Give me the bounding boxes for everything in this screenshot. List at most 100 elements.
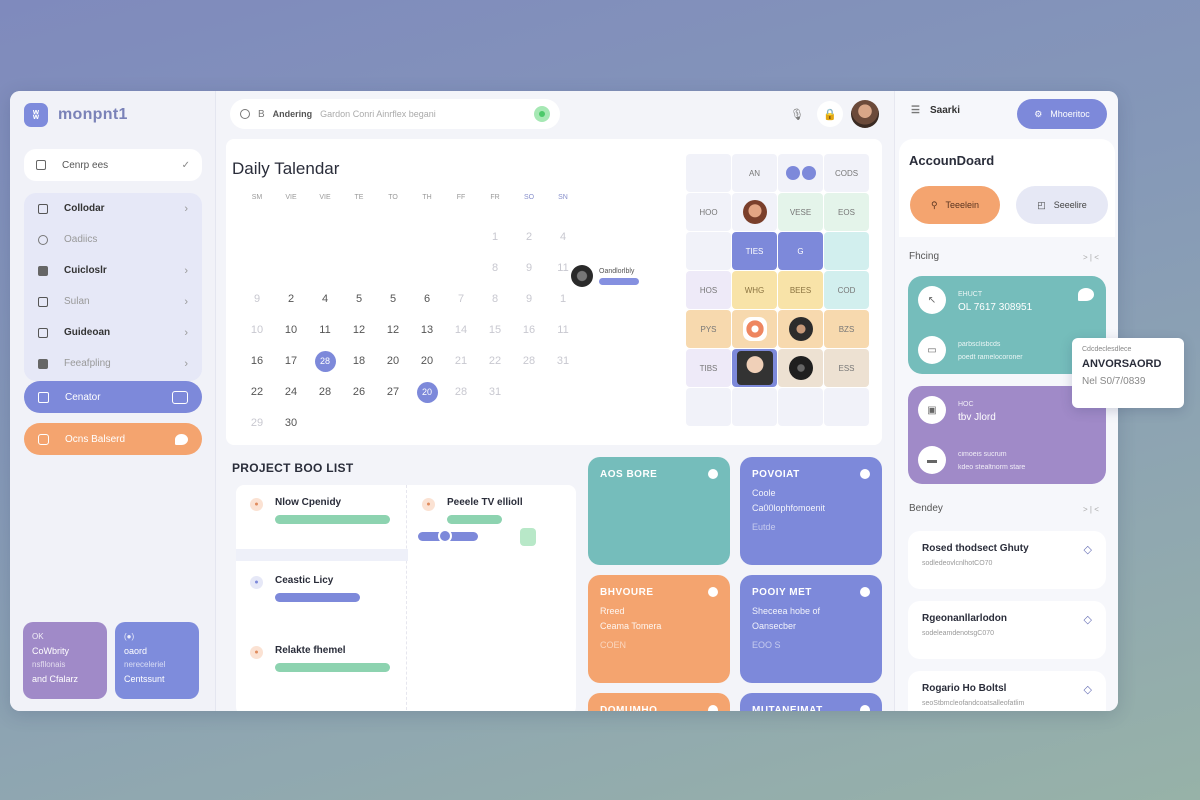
search-pill-button[interactable]: ⚲ Teeelein <box>910 186 1000 224</box>
sidebar-top-item[interactable]: Cenrp ees ✓ <box>24 149 202 181</box>
lock-icon[interactable]: 🔒 <box>817 101 843 127</box>
schedule-cell[interactable] <box>778 388 823 426</box>
section-nav[interactable]: > | < <box>1083 253 1099 262</box>
schedule-cell[interactable]: G <box>778 232 823 270</box>
search-input[interactable]: Gardon Conri Ainrflex begani <box>320 109 436 119</box>
status-dot-icon[interactable] <box>860 469 870 479</box>
sidebar-item[interactable]: Sulan › <box>24 286 202 317</box>
calendar-day[interactable]: 10 <box>274 315 308 346</box>
calendar-day[interactable]: 28 <box>308 377 342 408</box>
calendar-day[interactable]: 29 <box>240 408 274 439</box>
task-item[interactable]: ● Nlow Cpenidy <box>250 497 390 524</box>
calendar-day[interactable]: 27 <box>376 377 410 408</box>
calendar-day[interactable]: 2 <box>512 222 546 253</box>
calendar-day[interactable]: 5 <box>342 284 376 315</box>
calendar-day[interactable]: 2 <box>274 284 308 315</box>
calendar-day[interactable]: 4 <box>546 222 580 253</box>
logo[interactable]: ʬ monpnt1 <box>24 103 128 127</box>
calendar-day[interactable]: 20 <box>376 346 410 377</box>
sidebar-item-orange[interactable]: Ocns Balserd <box>24 423 202 455</box>
tag-icon[interactable]: ◇ <box>1084 613 1092 626</box>
schedule-cell[interactable] <box>686 232 731 270</box>
calendar-day[interactable]: 11 <box>308 315 342 346</box>
section-nav[interactable]: > | < <box>1083 505 1099 514</box>
kanban-card[interactable]: POVOIAT Coole Ca00lophfomoenit Eutde <box>740 457 882 565</box>
schedule-cell[interactable]: ESS <box>824 349 869 387</box>
schedule-cell[interactable]: EOS <box>824 193 869 231</box>
task-item[interactable]: ● Ceastic Licy <box>250 575 360 602</box>
list-item[interactable]: Rogario Ho Boltsl seoStbmcleofandcoatsal… <box>908 671 1106 711</box>
schedule-cell[interactable]: WHG <box>732 271 777 309</box>
schedule-cell[interactable] <box>824 232 869 270</box>
calendar-day[interactable]: 12 <box>376 315 410 346</box>
schedule-cell[interactable]: HOO <box>686 193 731 231</box>
calendar-day[interactable]: 8 <box>478 284 512 315</box>
tag-icon[interactable]: ◇ <box>1084 543 1092 556</box>
schedule-cell[interactable]: VESE <box>778 193 823 231</box>
slider-handle[interactable] <box>438 529 452 543</box>
sidebar-item[interactable]: Guideoan › <box>24 317 202 348</box>
tag-icon[interactable]: ◇ <box>1084 683 1092 696</box>
calendar-day[interactable]: 21 <box>444 346 478 377</box>
calendar-day[interactable]: 22 <box>240 377 274 408</box>
task-item[interactable]: ● Relakte fhemel <box>250 645 390 672</box>
calendar-day[interactable]: 11 <box>546 315 580 346</box>
calendar-day[interactable]: 13 <box>410 315 444 346</box>
calendar-day[interactable]: 17 <box>274 346 308 377</box>
calendar-day[interactable]: 30 <box>274 408 308 439</box>
kanban-card[interactable]: AOS BORE <box>588 457 730 565</box>
schedule-cell[interactable]: TIES <box>732 232 777 270</box>
calendar-day[interactable]: 28 <box>444 377 478 408</box>
kanban-card[interactable]: BHVOURE Rreed Ceama Tomera COEN <box>588 575 730 683</box>
calendar-day[interactable]: 9 <box>512 284 546 315</box>
calendar-day[interactable]: 28 <box>512 346 546 377</box>
calendar-day[interactable]: 1 <box>478 222 512 253</box>
calendar-day[interactable]: 12 <box>342 315 376 346</box>
status-dot-icon[interactable] <box>708 705 718 711</box>
schedule-cell[interactable]: HOS <box>686 271 731 309</box>
calendar-day[interactable]: 9 <box>512 253 546 284</box>
calendar-day[interactable]: 4 <box>308 284 342 315</box>
schedule-cell[interactable] <box>732 193 777 231</box>
search-bar[interactable]: B Andering Gardon Conri Ainrflex begani <box>230 99 560 129</box>
calendar-day[interactable]: 14 <box>444 315 478 346</box>
schedule-cell[interactable] <box>732 349 777 387</box>
secondary-pill-button[interactable]: ◰ Seeelire <box>1016 186 1108 224</box>
schedule-cell[interactable] <box>778 154 823 192</box>
schedule-cell[interactable]: BZS <box>824 310 869 348</box>
list-item[interactable]: Rosed thodsect Ghuty sodledeovlcnlhotCO7… <box>908 531 1106 589</box>
schedule-cell[interactable]: CODS <box>824 154 869 192</box>
calendar-day[interactable]: 15 <box>478 315 512 346</box>
calendar-day[interactable]: 7 <box>444 284 478 315</box>
status-dot-icon[interactable] <box>708 469 718 479</box>
top-action-button[interactable]: ⚙ Mhoeritoc <box>1017 99 1107 129</box>
calendar-day[interactable]: 31 <box>478 377 512 408</box>
calendar-day[interactable]: 1 <box>546 284 580 315</box>
microphone-icon[interactable]: 🎙 <box>786 103 808 125</box>
calendar-day[interactable]: 10 <box>240 315 274 346</box>
schedule-cell[interactable] <box>824 388 869 426</box>
calendar-event[interactable]: Oandlorlbly <box>571 265 639 287</box>
calendar-day[interactable]: 9 <box>240 284 274 315</box>
calendar-day[interactable]: 6 <box>410 284 444 315</box>
kanban-card[interactable]: POOIY MET Sheceea hobe of Oansecber EOO … <box>740 575 882 683</box>
schedule-cell[interactable] <box>732 310 777 348</box>
schedule-cell[interactable]: COD <box>824 271 869 309</box>
sidebar-item[interactable]: Collodar › <box>24 193 202 224</box>
calendar-day[interactable]: 22 <box>478 346 512 377</box>
calendar-day[interactable]: 5 <box>376 284 410 315</box>
user-avatar[interactable] <box>851 100 879 128</box>
status-dot-icon[interactable] <box>860 705 870 711</box>
sidebar-item[interactable]: Feeafpling › <box>24 348 202 379</box>
calendar-day[interactable]: 8 <box>478 253 512 284</box>
schedule-cell[interactable] <box>778 349 823 387</box>
sidebar-item-active[interactable]: Cenator <box>24 381 202 413</box>
calendar-day-selected[interactable]: 28 <box>308 346 342 377</box>
progress-slider[interactable] <box>418 529 478 543</box>
calendar-day[interactable]: 16 <box>240 346 274 377</box>
schedule-cell[interactable]: PYS <box>686 310 731 348</box>
calendar-day-selected[interactable]: 20 <box>410 377 444 408</box>
calendar-day[interactable]: 18 <box>342 346 376 377</box>
calendar-day[interactable]: 16 <box>512 315 546 346</box>
list-item[interactable]: Rgeonanllarlodon sodeleamdenotsgC070 ◇ <box>908 601 1106 659</box>
